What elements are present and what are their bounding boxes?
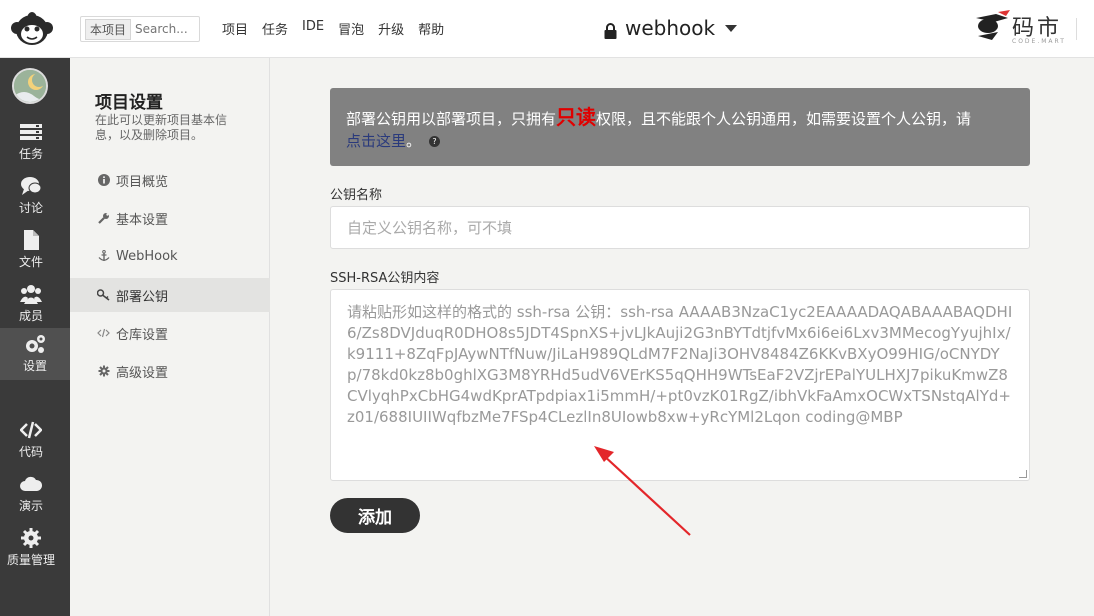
project-name: webhook — [625, 16, 716, 40]
file-icon — [20, 229, 42, 251]
info-icon — [97, 174, 110, 187]
settings-item-label: 项目概览 — [116, 174, 169, 190]
settings-item-advanced[interactable]: 高级设置 — [70, 354, 270, 388]
search-scope[interactable]: 本项目 — [85, 18, 132, 40]
sidebar-item-code[interactable]: 代码 — [0, 414, 62, 464]
personal-key-link[interactable]: 点击这里 — [346, 132, 406, 150]
notice-text-2: 权限，且不能跟个人公钥通用，如需要设置个人公钥，请 — [596, 110, 972, 128]
textarea-placeholder: 请粘贴形如这样的格式的 ssh-rsa 公钥：ssh-rsa AAAAB3Nza… — [347, 303, 1013, 426]
search-box[interactable]: 本项目 — [80, 16, 200, 42]
lock-icon — [604, 20, 617, 39]
annotation-arrow — [594, 446, 691, 536]
discussion-icon — [20, 175, 42, 197]
nav-help[interactable]: 帮助 — [418, 19, 444, 38]
chevron-down-icon[interactable] — [725, 24, 738, 32]
sidebar-item-label: 成员 — [18, 309, 43, 323]
sidebar-item-discussion[interactable]: 讨论 — [0, 170, 62, 220]
sidebar-item-label: 文件 — [18, 255, 43, 269]
top-nav: 项目 任务 IDE 冒泡 升级 帮助 — [222, 19, 444, 38]
settings-item-webhook[interactable]: WebHook — [70, 239, 270, 273]
settings-icon — [24, 333, 46, 355]
nav-tasks[interactable]: 任务 — [262, 19, 288, 38]
key-name-label: 公钥名称 — [330, 188, 383, 203]
coding-logo-icon[interactable] — [8, 10, 56, 48]
cloud-icon — [20, 473, 43, 495]
brand-divider — [1076, 18, 1077, 40]
anchor-icon — [97, 250, 110, 263]
settings-item-basic[interactable]: 基本设置 — [70, 201, 270, 235]
key-name-input[interactable]: 自定义公钥名称，可不填 — [330, 206, 1030, 249]
project-switcher[interactable]: webhook — [604, 16, 738, 40]
sidebar-item-members[interactable]: 成员 — [0, 278, 62, 328]
ninja-logo-icon — [976, 10, 1010, 40]
top-bar: 本项目 项目 任务 IDE 冒泡 升级 帮助 webhook 码市 CODE.M… — [0, 0, 1094, 58]
main-sidebar: 任务 讨论 文件 成员 设置 代码 演示 质量管理 — [0, 58, 70, 616]
sidebar-item-files[interactable]: 文件 — [0, 224, 62, 274]
settings-description: 在此可以更新项目基本信息，以及删除项目。 — [95, 113, 228, 142]
settings-title: 项目设置 — [95, 93, 163, 113]
sidebar-item-demo[interactable]: 演示 — [0, 468, 62, 518]
sidebar-item-quality[interactable]: 质量管理 — [0, 522, 62, 572]
quality-icon — [20, 527, 42, 549]
nav-bubble[interactable]: 冒泡 — [338, 19, 364, 38]
resize-handle[interactable] — [1019, 470, 1027, 478]
key-icon — [97, 289, 110, 302]
sidebar-item-label: 质量管理 — [6, 553, 55, 567]
code-icon — [19, 419, 43, 441]
key-content-label: SSH-RSA公钥内容 — [330, 271, 440, 286]
nav-ide[interactable]: IDE — [302, 19, 324, 38]
sidebar-item-label: 讨论 — [18, 201, 43, 215]
add-button[interactable]: 添加 — [330, 498, 420, 533]
notice-text: 部署公钥用以部署项目，只拥有 — [346, 110, 557, 128]
settings-item-label: 部署公钥 — [116, 289, 169, 305]
sidebar-item-label: 设置 — [22, 359, 47, 373]
help-icon[interactable]: ? — [429, 136, 441, 147]
sidebar-item-label: 任务 — [18, 147, 43, 161]
wrench-icon — [97, 212, 110, 225]
settings-item-label: 高级设置 — [116, 365, 169, 381]
nav-upgrade[interactable]: 升级 — [378, 19, 404, 38]
settings-item-overview[interactable]: 项目概览 — [70, 163, 270, 197]
brand-subtitle: CODE.MART — [1012, 38, 1066, 45]
tasks-icon — [20, 121, 42, 143]
settings-panel: 项目设置 在此可以更新项目基本信息，以及删除项目。 项目概览 基本设置 WebH… — [70, 58, 270, 616]
readonly-emphasis: 只读 — [556, 105, 597, 129]
settings-item-deploy-keys[interactable]: 部署公钥 — [70, 278, 270, 312]
nav-projects[interactable]: 项目 — [222, 19, 248, 38]
codemart-brand[interactable]: 码市 CODE.MART — [972, 8, 1082, 50]
deploy-key-notice: 部署公钥用以部署项目，只拥有只读权限，且不能跟个人公钥通用，如需要设置个人公钥，… — [330, 88, 1030, 166]
search-input[interactable] — [135, 22, 198, 36]
notice-end: 。 — [406, 132, 422, 150]
settings-item-repo[interactable]: 仓库设置 — [70, 316, 270, 350]
cog-icon — [97, 365, 110, 378]
sidebar-item-label: 代码 — [18, 445, 43, 459]
avatar[interactable] — [12, 68, 48, 104]
code-icon — [97, 327, 110, 340]
settings-item-label: 基本设置 — [116, 212, 169, 228]
sidebar-item-label: 演示 — [18, 499, 43, 513]
sidebar-item-settings[interactable]: 设置 — [0, 328, 70, 380]
members-icon — [20, 283, 42, 305]
settings-item-label: 仓库设置 — [116, 327, 169, 343]
sidebar-item-tasks[interactable]: 任务 — [0, 116, 62, 166]
settings-item-label: WebHook — [116, 248, 178, 264]
